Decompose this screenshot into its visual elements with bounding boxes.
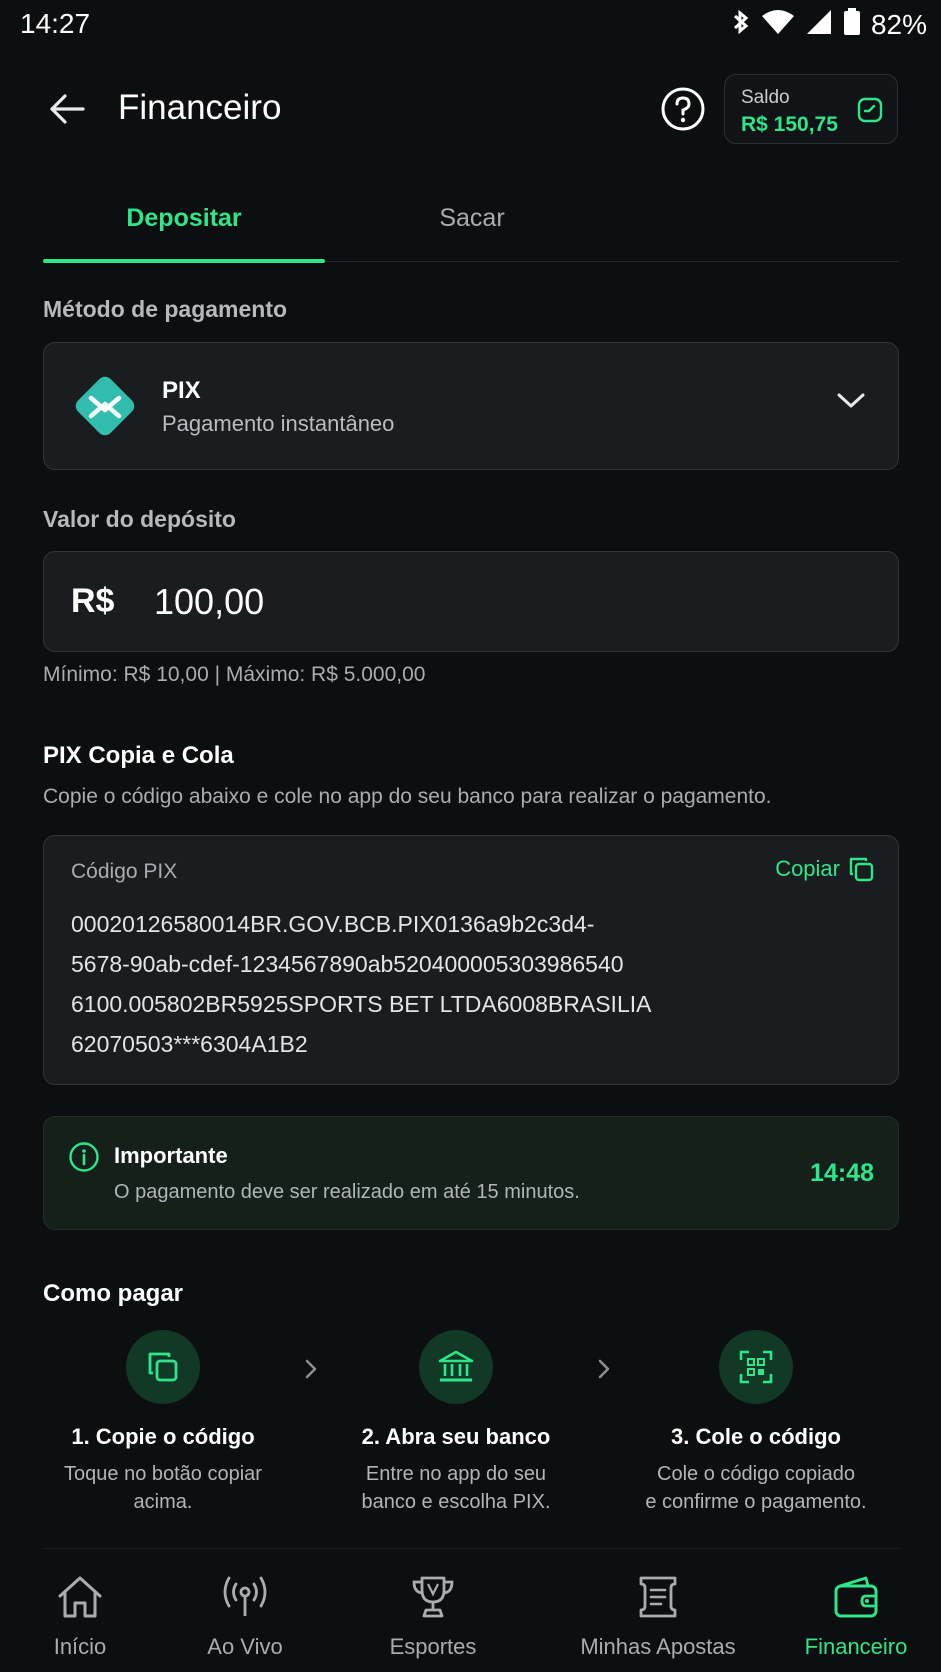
nav-label: Financeiro: [804, 1634, 908, 1659]
page-title: Financeiro: [118, 88, 282, 127]
wifi-icon: [761, 9, 795, 40]
pix-code-line: 62070503***6304A1B2: [71, 1031, 308, 1057]
battery-icon: [843, 8, 861, 41]
pix-code-line: 00020126580014BR.GOV.BCB.PIX0136a9b2c3d4…: [71, 911, 595, 937]
deposit-amount-input[interactable]: [154, 572, 854, 632]
pix-copy-description: Copie o código abaixo e cole no app do s…: [43, 785, 772, 808]
status-time: 14:27: [20, 8, 91, 39]
status-icons: 82%: [731, 8, 927, 41]
step-description-line: banco e escolha PIX.: [361, 1491, 551, 1513]
pix-copy-title: PIX Copia e Cola: [43, 742, 234, 769]
copy-button-label: Copiar: [775, 856, 840, 881]
tab-deposit[interactable]: Depositar: [43, 204, 325, 233]
active-tab-indicator: [43, 259, 325, 263]
nav-item-my-bets[interactable]: Minhas Apostas: [568, 1552, 748, 1672]
step-description-line: e confirme o pagamento.: [645, 1491, 867, 1513]
step-description: Entre no app do seu banco e escolha PIX.: [326, 1460, 586, 1516]
notice-text: O pagamento deve ser realizado em até 15…: [114, 1181, 580, 1203]
countdown-timer: 14:48: [810, 1159, 874, 1187]
step-description-line: acima.: [133, 1491, 193, 1513]
copy-code-button[interactable]: Copiar: [775, 856, 874, 882]
wallet-icon: [796, 1574, 916, 1624]
how-to-pay-title: Como pagar: [43, 1280, 184, 1307]
chevron-right-icon: [302, 1356, 320, 1387]
help-icon: [661, 87, 705, 131]
home-icon: [20, 1574, 140, 1624]
how-to-pay-step-1: 1. Copie o código Toque no botão copiar …: [33, 1330, 293, 1516]
step-title: 3. Cole o código: [671, 1424, 841, 1449]
nav-label: Início: [53, 1634, 107, 1659]
nav-label: Ao Vivo: [207, 1634, 283, 1659]
trophy-icon: [368, 1574, 498, 1624]
nav-label: Esportes: [389, 1634, 477, 1659]
bank-icon: [419, 1330, 493, 1404]
deposit-amount-field: R$: [43, 551, 899, 652]
battery-percent: 82%: [870, 8, 927, 40]
bottom-navigation: Início Ao Vivo Esportes Minhas Apostas F…: [0, 1552, 941, 1672]
payment-method-description: Pagamento instantâneo: [162, 411, 395, 436]
qr-scan-icon: [719, 1330, 793, 1404]
help-button[interactable]: [660, 86, 706, 132]
pix-code-text: 00020126580014BR.GOV.BCB.PIX0136a9b2c3d4…: [71, 904, 651, 1064]
balance-card[interactable]: Saldo R$ 150,75: [724, 74, 898, 144]
pix-code-line: 5678-90ab-cdef-1234567890ab5204000053039…: [71, 951, 624, 977]
pix-logo-icon: [70, 371, 140, 446]
tabs: Depositar Sacar: [43, 192, 899, 263]
step-description-line: Cole o código copiado: [657, 1463, 855, 1485]
notice-title: Importante: [114, 1143, 228, 1168]
copy-icon: [849, 857, 874, 882]
back-button[interactable]: [44, 86, 90, 132]
pix-code-label: Código PIX: [71, 860, 178, 883]
balance-value: R$ 150,75: [741, 113, 838, 136]
payment-method-name: PIX: [162, 377, 201, 404]
nav-item-sports[interactable]: Esportes: [368, 1552, 498, 1672]
payment-method-label: Método de pagamento: [43, 296, 288, 322]
how-to-pay-step-2: 2. Abra seu banco Entre no app do seu ba…: [326, 1330, 586, 1516]
bottom-divider: [43, 1548, 899, 1549]
nav-item-financial[interactable]: Financeiro: [796, 1552, 916, 1672]
step-title: 1. Copie o código: [71, 1424, 255, 1449]
chevron-right-icon: [595, 1356, 613, 1387]
step-description: Toque no botão copiar acima.: [33, 1460, 293, 1516]
step-description: Cole o código copiado e confirme o pagam…: [626, 1460, 886, 1516]
info-icon: [68, 1141, 100, 1178]
payment-method-select[interactable]: PIX Pagamento instantâneo: [43, 342, 899, 470]
nav-item-home[interactable]: Início: [20, 1552, 140, 1672]
arrow-left-icon: [50, 94, 85, 124]
copy-icon: [126, 1330, 200, 1404]
pix-code-line: 6100.005802BR5925SPORTS BET LTDA6008BRAS…: [71, 991, 652, 1017]
wallet-icon: [857, 97, 883, 128]
live-broadcast-icon: [180, 1574, 310, 1624]
step-title: 2. Abra seu banco: [361, 1424, 551, 1449]
balance-label: Saldo: [741, 87, 790, 108]
currency-symbol: R$: [71, 582, 115, 620]
how-to-pay-step-3: 3. Cole o código Cole o código copiado e…: [626, 1330, 886, 1516]
app-header: Financeiro Saldo R$ 150,75: [0, 72, 941, 148]
pix-code-card: Código PIX Copiar 00020126580014BR.GOV.B…: [43, 835, 899, 1085]
nav-label: Minhas Apostas: [580, 1634, 736, 1659]
tab-withdraw[interactable]: Sacar: [331, 204, 613, 233]
status-bar: 14:27 82%: [0, 0, 941, 52]
deposit-limits: Mínimo: R$ 10,00 | Máximo: R$ 5.000,00: [43, 663, 426, 686]
cell-signal-icon: [805, 9, 833, 40]
important-notice: Importante O pagamento deve ser realizad…: [43, 1116, 899, 1230]
step-description-line: Toque no botão copiar: [64, 1463, 262, 1485]
step-description-line: Entre no app do seu: [365, 1463, 547, 1485]
chevron-down-icon: [836, 391, 866, 416]
bluetooth-icon: [731, 9, 751, 40]
ticket-icon: [568, 1574, 748, 1624]
deposit-amount-label: Valor do depósito: [43, 506, 236, 532]
nav-item-live[interactable]: Ao Vivo: [180, 1552, 310, 1672]
